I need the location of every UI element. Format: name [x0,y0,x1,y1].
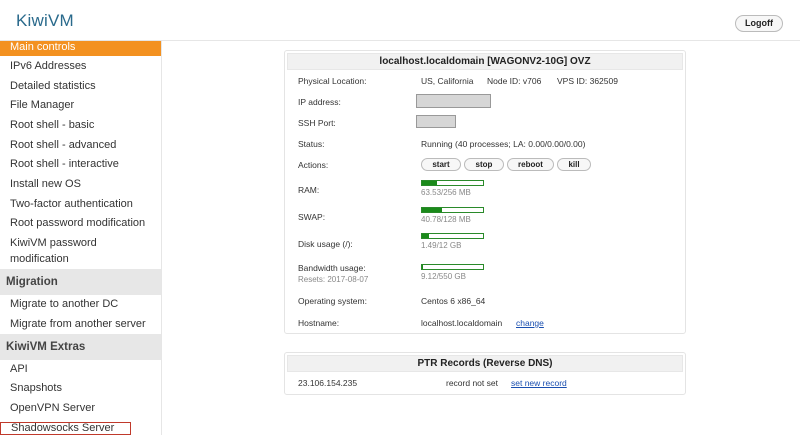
ptr-ip-value: 23.106.154.235 [298,378,358,388]
sidebar: Main controls IPv6 Addresses Detailed st… [0,41,162,435]
sidebar-item-file-manager[interactable]: File Manager [0,99,161,111]
reboot-button[interactable]: reboot [507,158,554,171]
disk-usage-label: Disk usage (/): [298,239,353,249]
server-title: localhost.localdomain [WAGONV2-10G] OVZ [287,53,683,70]
sidebar-item-root-password-modification[interactable]: Root password modification [0,217,161,229]
physical-location-value: US, California [421,76,474,86]
kill-button[interactable]: kill [557,158,591,171]
bandwidth-resets: Resets: 2017-08-07 [298,275,369,284]
ram-usage-text: 63.53/256 MB [421,188,471,197]
ram-usage-fill [422,181,438,185]
ram-label: RAM: [298,185,320,195]
hostname-label: Hostname: [298,318,340,328]
change-hostname-link[interactable]: change [516,318,544,328]
bandwidth-usage-text: 9.12/550 GB [421,272,466,281]
sidebar-item-detailed-statistics[interactable]: Detailed statistics [0,80,161,92]
bandwidth-usage-bar [421,264,484,270]
sidebar-item-kiwivm-password[interactable]: KiwiVM password [0,237,161,249]
stop-button[interactable]: stop [464,158,504,171]
node-id-value: Node ID: v706 [487,76,542,86]
operating-system-value: Centos 6 x86_64 [421,296,486,306]
sidebar-item-snapshots[interactable]: Snapshots [0,382,161,394]
swap-usage-bar [421,207,484,213]
start-button[interactable]: start [421,158,461,171]
disk-usage-fill [422,234,430,238]
vps-id-value: VPS ID: 362509 [557,76,618,86]
sidebar-item-api[interactable]: API [0,363,161,375]
sidebar-item-install-new-os[interactable]: Install new OS [0,178,161,190]
server-info-panel: localhost.localdomain [WAGONV2-10G] OVZ … [284,50,686,334]
sidebar-item-shadowsocks-server[interactable]: Shadowsocks Server [0,422,131,435]
bandwidth-usage-label: Bandwidth usage: [298,263,366,273]
sidebar-item-migrate-from-server[interactable]: Migrate from another server [0,318,161,330]
ssh-port-label: SSH Port: [298,118,336,128]
ram-usage-bar [421,180,484,186]
sidebar-item-root-shell-interactive[interactable]: Root shell - interactive [0,158,161,170]
ptr-status-value: record not set [446,378,498,388]
ptr-records-panel: PTR Records (Reverse DNS) 23.106.154.235… [284,352,686,395]
status-label: Status: [298,139,325,149]
sidebar-item-openvpn-server[interactable]: OpenVPN Server [0,402,161,414]
sidebar-item-two-factor-authentication[interactable]: Two-factor authentication [0,198,161,210]
sidebar-section-kiwivm-extras: KiwiVM Extras [0,334,161,360]
ip-address-label: IP address: [298,97,341,107]
sidebar-item-ipv6-addresses[interactable]: IPv6 Addresses [0,60,161,72]
sidebar-section-migration: Migration [0,269,161,295]
sidebar-item-root-shell-basic[interactable]: Root shell - basic [0,119,161,131]
swap-label: SWAP: [298,212,326,222]
swap-usage-text: 40.78/128 MB [421,215,471,224]
sidebar-item-root-shell-advanced[interactable]: Root shell - advanced [0,139,161,151]
kiwivm-logo[interactable]: KiwiVM [16,11,74,31]
disk-usage-text: 1.49/12 GB [421,241,462,250]
sidebar-item-main-controls[interactable]: Main controls [0,41,161,56]
status-value: Running (40 processes; LA: 0.00/0.00/0.0… [421,139,586,149]
swap-usage-fill [422,208,442,212]
ptr-records-title: PTR Records (Reverse DNS) [287,355,683,372]
ip-address-redacted [416,94,491,108]
ssh-port-redacted [416,115,456,128]
sidebar-item-kiwivm-password-cont[interactable]: modification [0,253,161,265]
sidebar-item-migrate-to-dc[interactable]: Migrate to another DC [0,298,161,310]
actions-label: Actions: [298,160,329,170]
bandwidth-usage-fill [422,265,424,269]
logoff-button[interactable]: Logoff [735,15,783,32]
set-new-record-link[interactable]: set new record [511,378,567,388]
disk-usage-bar [421,233,484,239]
physical-location-label: Physical Location: [298,76,367,86]
operating-system-label: Operating system: [298,296,367,306]
hostname-value: localhost.localdomain [421,318,503,328]
top-bar: KiwiVM Logoff [0,0,800,41]
